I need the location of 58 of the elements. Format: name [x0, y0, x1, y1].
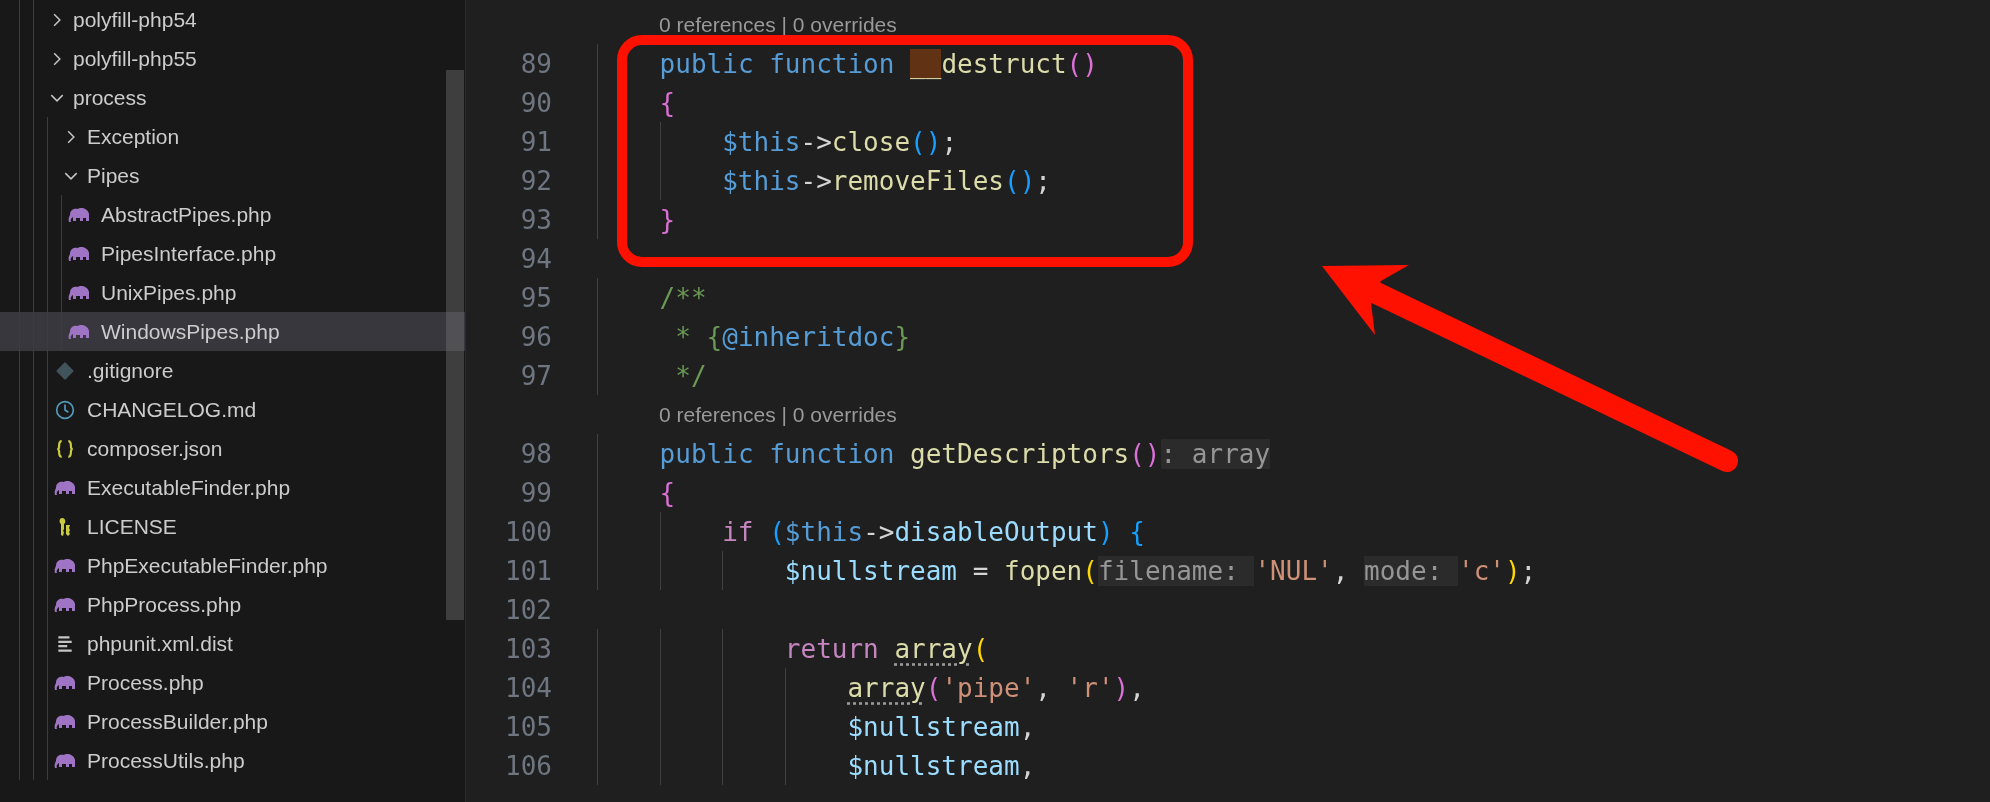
code-line: { — [597, 473, 676, 512]
codelens-link[interactable]: 0 references | 0 overrides — [659, 402, 897, 427]
line-number: 90 — [519, 87, 552, 118]
diamond-icon — [54, 360, 76, 381]
code-line: array('pipe', 'r'), — [597, 668, 1145, 707]
line-number: 103 — [504, 633, 552, 664]
tree-item[interactable]: AbstractPipes.php — [0, 195, 465, 234]
line-number: 94 — [519, 243, 552, 274]
code-line: public function getDescriptors(): array — [597, 434, 1271, 473]
code-line: if ($this->disableOutput) { — [597, 512, 1145, 551]
tree-item[interactable]: CHANGELOG.md — [0, 390, 465, 429]
line-number: 96 — [519, 321, 552, 352]
tree-item[interactable]: PhpExecutableFinder.php — [0, 546, 465, 585]
tree-item[interactable]: PipesInterface.php — [0, 234, 465, 273]
tree-item[interactable]: .gitignore — [0, 351, 465, 390]
line-number: 92 — [519, 165, 552, 196]
code-line: /** — [597, 278, 707, 317]
tree-item[interactable]: ProcessBuilder.php — [0, 702, 465, 741]
tree-item[interactable]: polyfill-php55 — [0, 39, 465, 78]
tree-item[interactable]: process — [0, 78, 465, 117]
braces-icon — [54, 438, 76, 459]
tree-item[interactable]: Pipes — [0, 156, 465, 195]
code-line: $nullstream = fopen(filename: 'NUL', mode: 'c'); — [597, 551, 1537, 590]
line-number: 93 — [519, 204, 552, 235]
tree-item[interactable]: WindowsPipes.php — [0, 312, 465, 351]
code-line: public function __destruct() — [597, 44, 1098, 83]
code-line: */ — [597, 356, 707, 395]
code-line: $this->removeFiles(); — [597, 161, 1051, 200]
line-number: 101 — [504, 555, 552, 586]
line-number: 106 — [504, 750, 552, 781]
line-number: 91 — [519, 126, 552, 157]
tree-item[interactable]: Process.php — [0, 663, 465, 702]
code-line: } — [597, 200, 676, 239]
scrollbar-thumb[interactable] — [446, 70, 464, 620]
code-line: return array( — [597, 629, 989, 668]
tree-item[interactable]: ProcessUtils.php — [0, 741, 465, 780]
line-number: 102 — [504, 594, 552, 625]
line-number: 95 — [519, 282, 552, 313]
code-line: { — [597, 83, 676, 122]
line-number: 99 — [519, 477, 552, 508]
line-number: 100 — [504, 516, 552, 547]
clock-icon — [54, 399, 76, 420]
tree-item[interactable]: composer.json — [0, 429, 465, 468]
code-line: $this->close(); — [597, 122, 958, 161]
line-number: 97 — [519, 360, 552, 391]
tree-item[interactable]: phpunit.xml.dist — [0, 624, 465, 663]
code-line: $nullstream, — [597, 746, 1036, 785]
tree-item[interactable]: LICENSE — [0, 507, 465, 546]
tree-item[interactable]: PhpProcess.php — [0, 585, 465, 624]
line-number: 104 — [504, 672, 552, 703]
tree-item[interactable]: Exception — [0, 117, 465, 156]
code-line: * {@inheritdoc} — [597, 317, 911, 356]
line-number: 98 — [519, 438, 552, 469]
line-number: 89 — [519, 48, 552, 79]
tree-item[interactable]: polyfill-php54 — [0, 0, 465, 39]
line-number: 105 — [504, 711, 552, 742]
tree-item[interactable]: ExecutableFinder.php — [0, 468, 465, 507]
code-line: $nullstream, — [597, 707, 1036, 746]
